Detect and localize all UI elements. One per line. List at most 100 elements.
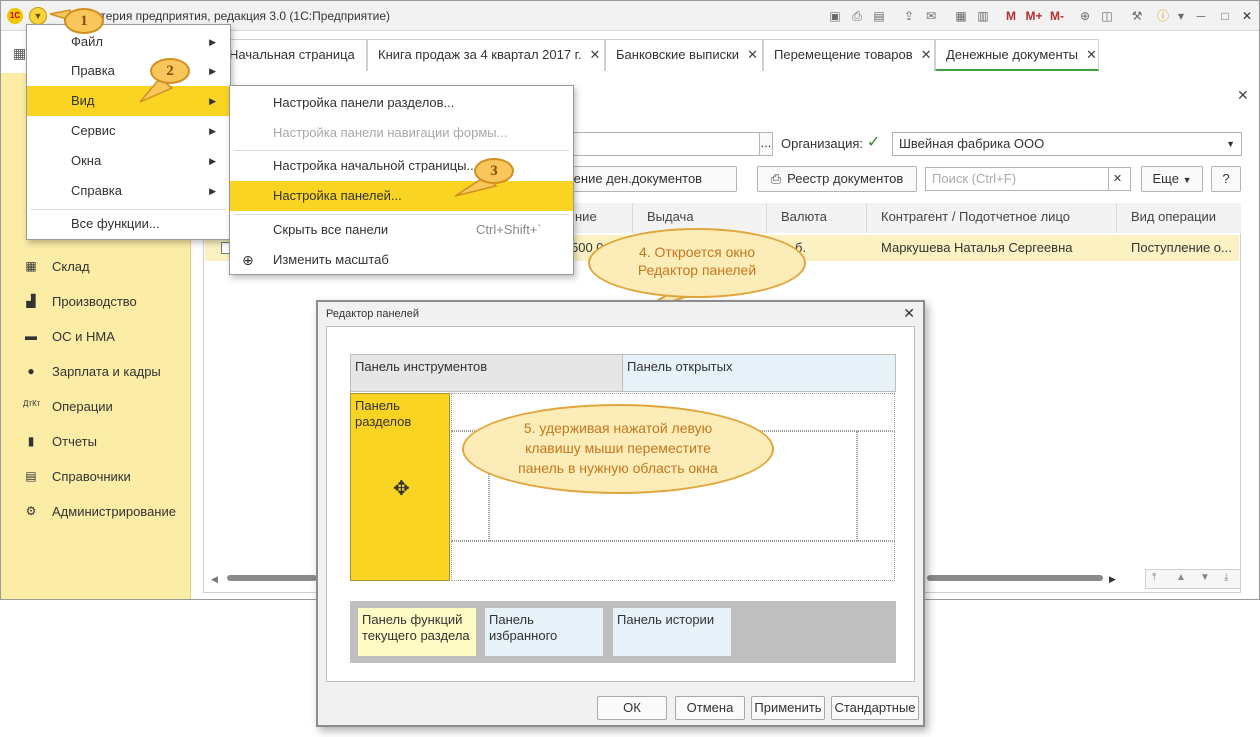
menu-item-help[interactable]: Справка ▶ (27, 176, 230, 206)
chevron-right-icon: ▶ (209, 186, 216, 196)
more-button[interactable]: Еще ▼ (1141, 166, 1203, 192)
menu-item-all-functions[interactable]: Все функции... (27, 209, 230, 239)
section-functions-panel[interactable]: Панель функций текущего раздела (357, 607, 477, 657)
maximize-icon[interactable]: □ (1217, 8, 1233, 24)
menu-item-hide-all-panels[interactable]: Скрыть все панели Ctrl+Shift+` (230, 215, 573, 245)
close-tab-icon[interactable]: ✕ (1086, 47, 1097, 62)
menu-item-label: Сервис (71, 123, 116, 138)
scroll-right-icon[interactable]: ▶ (1109, 574, 1116, 585)
callout-5-line-3: панель в нужную область окна (518, 460, 718, 476)
tab-sales-book[interactable]: Книга продаж за 4 квартал 2017 г. ✕ (367, 39, 605, 71)
row-nav-buttons: ⤒ ▲ ▼ ⤓ (1145, 569, 1241, 589)
tab-home[interactable]: Начальная страница (219, 39, 367, 71)
apply-button[interactable]: Применить (751, 696, 825, 720)
close-tab-icon[interactable]: ✕ (921, 47, 932, 62)
minimize-icon[interactable]: ─ (1193, 8, 1209, 24)
drop-zone-bottom[interactable] (451, 541, 895, 581)
close-dialog-icon[interactable]: ✕ (903, 305, 915, 322)
sidebar-item-label: Администрирование (52, 504, 176, 519)
period-select-button[interactable]: ... (759, 132, 773, 156)
menu-item-sections-panel-settings[interactable]: Настройка панели разделов... (230, 88, 573, 118)
close-tab-icon[interactable]: ✕ (589, 47, 600, 62)
favorites-panel[interactable]: Панель избранного (484, 607, 604, 657)
menu-item-windows[interactable]: Окна ▶ (27, 146, 230, 176)
info-icon[interactable]: ⓘ (1155, 8, 1171, 24)
sidebar-item-warehouse[interactable]: ▦ Склад (1, 253, 191, 281)
sidebar-item-reports[interactable]: ▮ Отчеты (1, 428, 191, 456)
favorites-panel-label-2: избранного (489, 628, 558, 643)
sidebar-item-administration[interactable]: ⚙ Администрирование (1, 498, 191, 526)
documents-registry-button[interactable]: ⎙ Реестр документов (757, 166, 917, 192)
column-header[interactable]: Вид операции (1117, 203, 1241, 233)
history-panel[interactable]: Панель истории (612, 607, 732, 657)
sidebar-item-operations[interactable]: ДтКт Операции (1, 393, 191, 421)
column-header[interactable]: Валюта (767, 203, 867, 233)
sidebar-item-salary[interactable]: ● Зарплата и кадры (1, 358, 191, 386)
sidebar-item-production[interactable]: ▟ Производство (1, 288, 191, 316)
attach-icon[interactable]: ⇪ (901, 8, 917, 24)
menu-item-service[interactable]: Сервис ▶ (27, 116, 230, 146)
tab-bank-statements[interactable]: Банковские выписки ✕ (605, 39, 763, 71)
first-row-icon[interactable]: ⤒ (1152, 572, 1156, 583)
memory-m-button[interactable]: M (1003, 8, 1019, 24)
money-movement-button[interactable]: Движение ден.документов (561, 166, 737, 192)
chevron-down-icon: ▼ (1182, 175, 1192, 185)
menu-item-file[interactable]: Файл ▶ (27, 27, 230, 57)
close-window-icon[interactable]: ✕ (1239, 8, 1255, 24)
close-form-icon[interactable]: ✕ (1237, 87, 1249, 104)
calculator-icon[interactable]: ▦ (953, 8, 969, 24)
main-menu-button[interactable]: ▼ (29, 7, 47, 25)
menu-item-change-scale[interactable]: ⊕ Изменить масштаб (230, 245, 573, 275)
next-row-icon[interactable]: ▼ (1200, 572, 1210, 583)
close-tab-icon[interactable]: ✕ (747, 47, 758, 62)
clear-search-icon[interactable]: ✕ (1108, 168, 1126, 190)
scroll-left-icon[interactable]: ◀ (211, 574, 218, 585)
standard-button[interactable]: Стандартные (831, 696, 919, 720)
ok-button[interactable]: ОК (597, 696, 667, 720)
toolbar-panel[interactable]: Панель инструментов (350, 354, 623, 392)
menu-item-label: Файл (71, 34, 103, 49)
search-input[interactable]: Поиск (Ctrl+F) ✕ (925, 167, 1131, 191)
org-checkbox[interactable]: ✓ (867, 134, 885, 152)
wrench-icon[interactable]: ⚒ (1129, 8, 1145, 24)
menu-item-edit[interactable]: Правка ▶ (27, 56, 230, 86)
menu-item-home-page-settings[interactable]: Настройка начальной страницы... (230, 151, 573, 181)
preview-icon[interactable]: ▤ (871, 8, 887, 24)
menu-item-view[interactable]: Вид ▶ (27, 86, 230, 116)
period-field[interactable] (561, 132, 761, 156)
menu-item-label: Справка (71, 183, 122, 198)
open-items-panel[interactable]: Панель открытых (622, 354, 896, 392)
org-select[interactable]: Швейная фабрика ООО ▼ (892, 132, 1242, 156)
tab-money-documents[interactable]: Денежные документы ✕ (935, 39, 1099, 71)
sections-panel[interactable]: Панель разделов ✥ (350, 393, 450, 581)
chevron-right-icon: ▶ (209, 156, 216, 166)
horizontal-scrollbar-right[interactable] (927, 575, 1103, 581)
help-button[interactable]: ? (1211, 166, 1241, 192)
prev-row-icon[interactable]: ▲ (1176, 572, 1186, 583)
menu-item-label: Изменить масштаб (273, 252, 389, 267)
drop-zone-right[interactable] (857, 431, 895, 541)
panels-icon[interactable]: ◫ (1099, 8, 1115, 24)
dialog-title: Редактор панелей (326, 308, 419, 320)
calendar-icon[interactable]: ▥ (975, 8, 991, 24)
memory-plus-button[interactable]: M+ (1023, 8, 1045, 24)
logo-1c-icon: 1С (7, 8, 23, 24)
menu-item-label: Правка (71, 63, 115, 78)
menu-item-panels-settings[interactable]: Настройка панелей... (230, 181, 573, 211)
zoom-icon[interactable]: ⊕ (1077, 8, 1093, 24)
horizontal-scrollbar[interactable] (227, 575, 317, 581)
memory-minus-button[interactable]: M- (1047, 8, 1067, 24)
save-icon[interactable]: ▣ (827, 8, 843, 24)
mail-icon[interactable]: ✉ (923, 8, 939, 24)
sections-panel-label-1: Панель (355, 398, 400, 413)
column-header[interactable]: Контрагент / Подотчетное лицо (867, 203, 1117, 233)
cancel-button[interactable]: Отмена (675, 696, 745, 720)
last-row-icon[interactable]: ⤓ (1224, 572, 1228, 583)
window-title: Бухгалтерия предприятия, редакция 3.0 (1… (63, 9, 391, 23)
info-dropdown-icon[interactable]: ▾ (1173, 8, 1189, 24)
print-icon[interactable]: ⎙ (849, 8, 865, 24)
sidebar-item-catalogs[interactable]: ▤ Справочники (1, 463, 191, 491)
sidebar-item-fixed-assets[interactable]: ▬ ОС и НМА (1, 323, 191, 351)
chart-icon: ▮ (27, 434, 35, 448)
tab-goods-transfer[interactable]: Перемещение товаров ✕ (763, 39, 935, 71)
